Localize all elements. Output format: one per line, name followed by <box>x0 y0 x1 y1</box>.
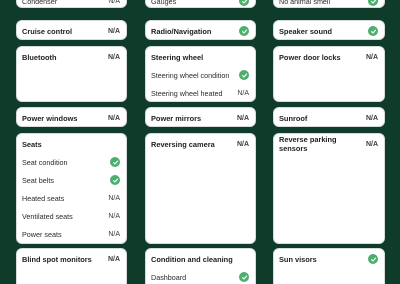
card-gauges: Gauges <box>145 0 256 8</box>
item-label: Steering wheel <box>151 52 204 62</box>
item-seats: Seats <box>17 135 126 153</box>
item-label: Reversing camera <box>151 139 215 149</box>
item-power-windows: Power windows N/A <box>17 109 126 126</box>
item-heated-seats: Heated seats N/A <box>17 189 126 207</box>
item-label: Sun visors <box>279 254 317 264</box>
card-speaker-sound: Speaker sound <box>273 20 385 40</box>
item-seat-condition: Seat condition <box>17 153 126 171</box>
card-blind-spot-monitors: Blind spot monitors N/A <box>16 248 127 284</box>
item-label: Ventilated seats <box>22 211 73 221</box>
status-na: N/A <box>107 114 120 122</box>
item-label: Dashboard <box>151 272 187 282</box>
item-condition-and-cleaning: Condition and cleaning <box>146 250 255 268</box>
item-ventilated-seats: Ventilated seats N/A <box>17 207 126 225</box>
item-label: Cruise control <box>22 26 73 36</box>
card-power-mirrors: Power mirrors N/A <box>145 107 256 127</box>
check-icon <box>239 272 249 282</box>
status-na: N/A <box>108 194 120 202</box>
card-reversing-camera: Reversing camera N/A <box>145 133 256 244</box>
check-icon <box>368 0 378 6</box>
check-icon <box>239 70 249 80</box>
status-na: N/A <box>107 53 120 61</box>
item-steering-wheel-condition: Steering wheel condition <box>146 66 255 84</box>
card-radio-navigation: Radio/Navigation <box>145 20 256 40</box>
item-steering-wheel-heated: Steering wheel heated N/A <box>146 84 255 101</box>
item-label: Seat belts <box>22 175 54 185</box>
item-label: Power door locks <box>279 52 341 62</box>
item-power-seats: Power seats N/A <box>17 225 126 243</box>
item-radio-navigation: Radio/Navigation <box>146 22 255 39</box>
item-power-mirrors: Power mirrors N/A <box>146 109 255 126</box>
status-na: N/A <box>365 140 378 148</box>
card-power-door-locks: Power door locks N/A <box>273 46 385 102</box>
status-na: N/A <box>108 230 120 238</box>
item-label: Reverse parking sensors <box>279 135 337 153</box>
card-condenser: Condenser N/A <box>16 0 127 8</box>
item-no-animal-smell: No animal smell <box>274 0 384 7</box>
item-speaker-sound: Speaker sound <box>274 22 384 39</box>
item-label: Power seats <box>22 229 62 239</box>
card-bluetooth: Bluetooth N/A <box>16 46 127 102</box>
card-sunroof: Sunroof N/A <box>273 107 385 127</box>
card-no-animal-smell: No animal smell <box>273 0 385 8</box>
item-bluetooth: Bluetooth N/A <box>17 48 126 66</box>
status-na: N/A <box>365 114 378 122</box>
status-na: N/A <box>236 140 249 148</box>
item-label: Power windows <box>22 113 78 123</box>
card-condition-and-cleaning: Condition and cleaning Dashboard <box>145 248 256 284</box>
card-reverse-parking-sensors: Reverse parking sensors N/A <box>273 133 385 244</box>
status-na: N/A <box>365 53 378 61</box>
status-na: N/A <box>107 255 120 263</box>
status-na: N/A <box>236 114 249 122</box>
item-label: Condenser <box>22 0 58 6</box>
item-gauges: Gauges <box>146 0 255 7</box>
item-cruise-control: Cruise control N/A <box>17 22 126 39</box>
item-sunroof: Sunroof N/A <box>274 109 384 126</box>
item-label: Bluetooth <box>22 52 57 62</box>
item-dashboard: Dashboard <box>146 268 255 284</box>
item-label: Seat condition <box>22 157 68 167</box>
item-label: Condition and cleaning <box>151 254 233 264</box>
check-icon <box>368 254 378 264</box>
item-label: Gauges <box>151 0 177 6</box>
status-na: N/A <box>108 0 120 5</box>
card-seats: Seats Seat condition Seat belts Heated seat… <box>16 133 127 244</box>
status-na: N/A <box>107 27 120 35</box>
card-sun-visors: Sun visors <box>273 248 385 284</box>
card-cruise-control: Cruise control N/A <box>16 20 127 40</box>
item-label: Power mirrors <box>151 113 202 123</box>
item-label: Sunroof <box>279 113 308 123</box>
item-blind-spot-monitors: Blind spot monitors N/A <box>17 250 126 268</box>
item-label: Blind spot monitors <box>22 254 92 264</box>
item-reverse-parking-sensors: Reverse parking sensors N/A <box>274 135 384 153</box>
item-label: Seats <box>22 139 42 149</box>
item-condenser: Condenser N/A <box>17 0 126 7</box>
item-label: Radio/Navigation <box>151 26 212 36</box>
item-reversing-camera: Reversing camera N/A <box>146 135 255 153</box>
item-power-door-locks: Power door locks N/A <box>274 48 384 66</box>
status-na: N/A <box>108 212 120 220</box>
check-icon <box>110 157 120 167</box>
check-icon <box>110 175 120 185</box>
card-power-windows: Power windows N/A <box>16 107 127 127</box>
status-na: N/A <box>237 89 249 97</box>
card-steering-wheel: Steering wheel Steering wheel condition St… <box>145 46 256 102</box>
item-label: Steering wheel condition <box>151 70 230 80</box>
check-icon <box>239 26 249 36</box>
check-icon <box>368 26 378 36</box>
item-label: No animal smell <box>279 0 331 6</box>
check-icon <box>239 0 249 6</box>
item-seat-belts: Seat belts <box>17 171 126 189</box>
item-label: Speaker sound <box>279 26 332 36</box>
item-label: Heated seats <box>22 193 65 203</box>
item-sun-visors: Sun visors <box>274 250 384 268</box>
item-steering-wheel: Steering wheel <box>146 48 255 66</box>
item-label: Steering wheel heated <box>151 88 223 98</box>
